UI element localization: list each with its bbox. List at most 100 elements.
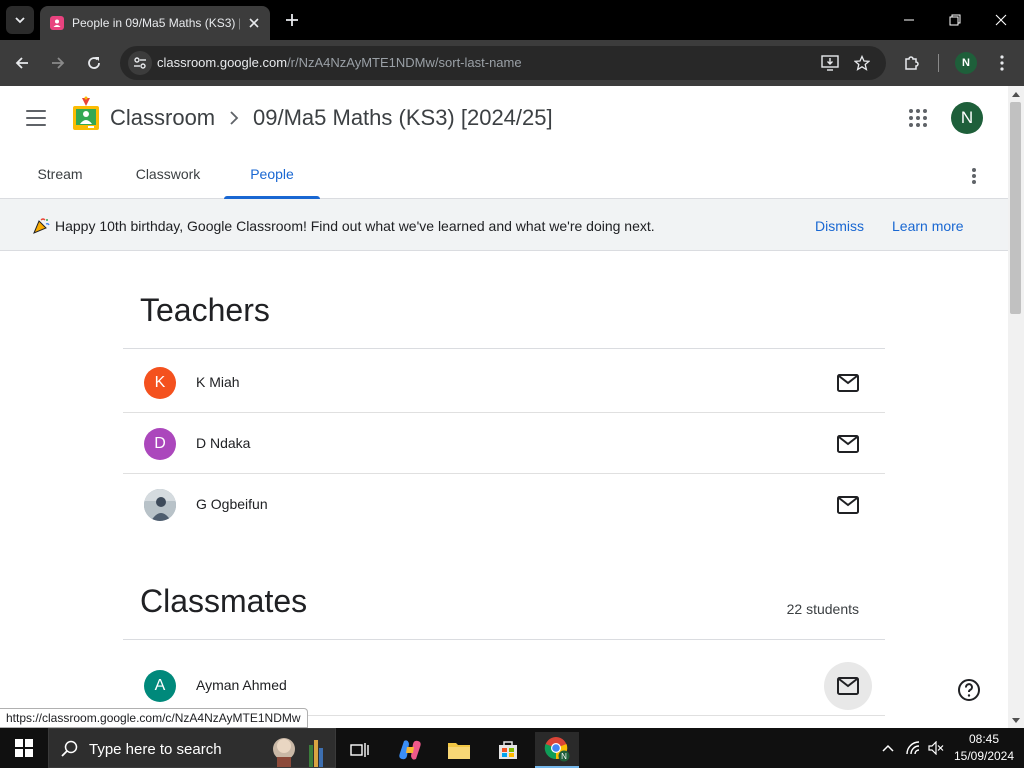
copilot-button[interactable]: [388, 732, 432, 768]
chevron-right-icon: [230, 111, 239, 125]
browser-menu-button[interactable]: [990, 51, 1014, 75]
teacher-row[interactable]: D D Ndaka: [123, 413, 885, 474]
chrome-taskbar-button[interactable]: N: [535, 732, 579, 768]
url-host: classroom.google.com: [157, 55, 288, 70]
scroll-down-arrow[interactable]: [1012, 718, 1020, 723]
kebab-dot: [972, 174, 976, 178]
page-scrollbar[interactable]: [1008, 86, 1024, 728]
tab-people[interactable]: People: [224, 150, 320, 199]
tab-people-label: People: [250, 166, 294, 182]
user-avatar[interactable]: N: [951, 102, 983, 134]
forward-button[interactable]: [46, 51, 70, 75]
app-header: Classroom 09/Ma5 Maths (KS3) [2024/25] N: [0, 86, 1008, 150]
task-view-button[interactable]: [338, 732, 382, 768]
close-window-button[interactable]: [978, 0, 1024, 40]
new-tab-button[interactable]: [280, 8, 304, 32]
banner-message: Happy 10th birthday, Google Classroom! F…: [55, 218, 655, 234]
classroom-logo-icon[interactable]: [72, 96, 100, 132]
network-button[interactable]: [903, 738, 923, 758]
scrollbar-thumb[interactable]: [1010, 102, 1021, 314]
app-title[interactable]: Classroom: [110, 105, 215, 131]
microsoft-store-button[interactable]: [486, 732, 530, 768]
kebab-dot: [972, 180, 976, 184]
help-icon[interactable]: [957, 678, 981, 702]
tab-classwork[interactable]: Classwork: [124, 150, 212, 198]
student-name: Ayman Ahmed: [196, 677, 287, 693]
email-teacher-button[interactable]: [824, 359, 872, 407]
main-menu-button[interactable]: [24, 106, 48, 130]
taskbar-search-placeholder: Type here to search: [89, 741, 222, 758]
teacher-row[interactable]: K K Miah: [123, 352, 885, 413]
start-button[interactable]: [0, 728, 48, 768]
browser-tab-active[interactable]: People in 09/Ma5 Maths (KS3) [: [40, 6, 270, 40]
class-title[interactable]: 09/Ma5 Maths (KS3) [2024/25]: [253, 105, 553, 131]
email-student-button[interactable]: [824, 662, 872, 710]
windows-taskbar: Type here to search N 08:45 15/09/2024: [0, 728, 1024, 768]
teachers-heading: Teachers: [140, 292, 270, 328]
class-tabs: Stream Classwork People: [0, 150, 1008, 199]
email-teacher-button[interactable]: [824, 481, 872, 529]
mail-icon: [837, 435, 859, 453]
mail-icon: [837, 496, 859, 514]
bookmark-button[interactable]: [850, 51, 874, 75]
profile-button[interactable]: N: [955, 52, 977, 74]
star-icon: [854, 55, 870, 71]
classroom-favicon-icon: [50, 16, 64, 30]
file-explorer-button[interactable]: [437, 732, 481, 768]
restore-button[interactable]: [932, 0, 978, 40]
close-icon: [995, 14, 1007, 26]
install-app-button[interactable]: [818, 51, 842, 75]
link-status-tooltip: https://classroom.google.com/c/NzA4NzAyM…: [0, 708, 308, 728]
party-popper-icon: [33, 218, 50, 234]
plus-icon: [286, 14, 298, 26]
profile-photo-icon: [144, 489, 176, 521]
tab-search-button[interactable]: [6, 6, 34, 34]
back-button[interactable]: [10, 51, 34, 75]
wifi-icon: [906, 741, 920, 755]
reload-button[interactable]: [82, 51, 106, 75]
email-teacher-button[interactable]: [824, 420, 872, 468]
address-bar[interactable]: classroom.google.com/r/NzA4NzAyMTE1NDMw/…: [120, 46, 886, 80]
taskbar-clock[interactable]: 08:45 15/09/2024: [948, 731, 1020, 765]
volume-button[interactable]: [926, 738, 946, 758]
svg-text:N: N: [561, 752, 567, 761]
browser-toolbar: classroom.google.com/r/NzA4NzAyMTE1NDMw/…: [0, 40, 1024, 86]
teacher-name: G Ogbeifun: [196, 496, 268, 512]
taskbar-search-box[interactable]: Type here to search: [48, 728, 336, 768]
puzzle-icon: [905, 56, 919, 70]
classmates-divider: [123, 639, 885, 640]
learn-more-link[interactable]: Learn more: [892, 218, 964, 234]
teacher-name: D Ndaka: [196, 435, 251, 451]
browser-tab-bar: People in 09/Ma5 Maths (KS3) [: [0, 0, 1024, 40]
teacher-name: K Miah: [196, 374, 240, 390]
kebab-dot: [972, 168, 976, 172]
teacher-row[interactable]: G Ogbeifun: [123, 474, 885, 535]
google-apps-icon[interactable]: [906, 106, 930, 130]
birthday-banner: Happy 10th birthday, Google Classroom! F…: [0, 199, 1008, 251]
reload-icon: [88, 57, 100, 69]
site-info-button[interactable]: [128, 51, 152, 75]
student-avatar: A: [144, 670, 176, 702]
student-row[interactable]: A Ayman Ahmed: [123, 655, 885, 716]
arrow-right-icon: [52, 57, 65, 69]
chevron-down-icon: [15, 17, 25, 24]
search-highlight-illustration-icon: [273, 738, 323, 767]
dismiss-button[interactable]: Dismiss: [815, 218, 864, 234]
tab-stream[interactable]: Stream: [24, 150, 96, 198]
classmates-heading: Classmates: [140, 583, 308, 619]
url-path: /r/NzA4NzAyMTE1NDMw/sort-last-name: [287, 55, 522, 70]
clock-time: 08:45: [968, 732, 1000, 746]
teacher-avatar: D: [144, 428, 176, 460]
class-options-button[interactable]: [962, 164, 986, 188]
minimize-button[interactable]: [886, 0, 932, 40]
arrow-left-icon: [15, 57, 28, 69]
volume-muted-icon: [928, 741, 944, 755]
restore-icon: [949, 14, 961, 26]
install-app-icon: [821, 55, 839, 71]
scroll-up-arrow[interactable]: [1012, 92, 1020, 97]
teacher-photo-avatar: [144, 489, 176, 521]
classroom-page: Classroom 09/Ma5 Maths (KS3) [2024/25] N…: [0, 86, 1008, 728]
extensions-button[interactable]: [900, 51, 924, 75]
close-tab-icon[interactable]: [246, 15, 262, 31]
show-hidden-icons-button[interactable]: [878, 738, 898, 758]
